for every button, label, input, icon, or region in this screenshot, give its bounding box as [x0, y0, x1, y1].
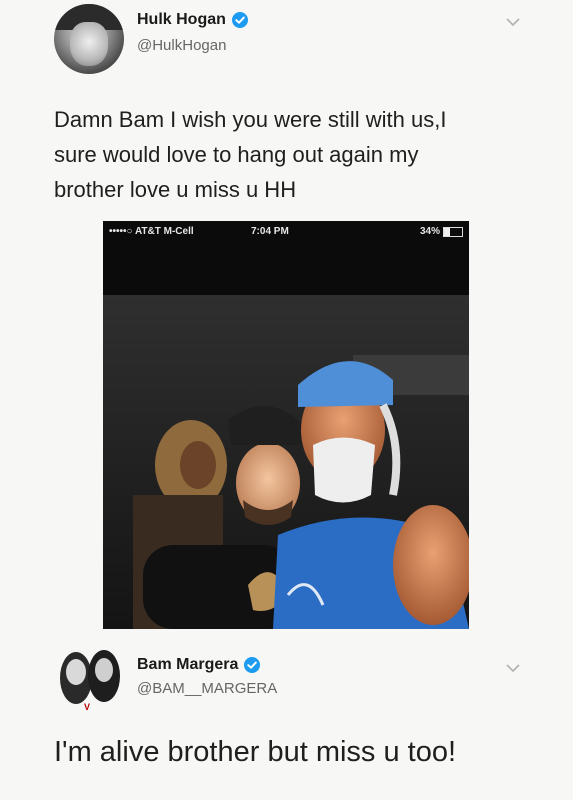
avatar[interactable] [54, 4, 124, 74]
battery-indicator: 34% [420, 226, 463, 237]
display-name[interactable]: Hulk Hogan [137, 11, 226, 29]
svg-text:V: V [84, 702, 90, 712]
tweet-hulk-hogan[interactable]: Hulk Hogan @HulkHogan Damn Bam I wish yo… [0, 0, 573, 629]
verified-badge-icon [231, 12, 248, 28]
author-row: Hulk Hogan [137, 11, 248, 29]
tweet-text: I'm alive brother but miss u too! [54, 736, 457, 768]
phone-status-bar: •••••○ AT&T M-Cell 7:04 PM 34% [103, 221, 469, 243]
battery-label: 34% [419, 226, 440, 237]
avatar[interactable]: V [54, 642, 124, 712]
carrier-label: •••••○ AT&T M-Cell [109, 226, 194, 237]
tweet-text: Damn Bam I wish you were still with us,I… [54, 107, 447, 202]
handle[interactable]: @BAM__MARGERA [137, 680, 277, 697]
display-name[interactable]: Bam Margera [137, 656, 238, 674]
time-label: 7:04 PM [251, 226, 289, 237]
verified-badge-icon [244, 657, 261, 673]
handle[interactable]: @HulkHogan [137, 37, 226, 54]
tweet-bam-margera[interactable]: V Bam Margera @BAM__MARGERA I'm alive br… [0, 630, 573, 800]
attached-image[interactable]: •••••○ AT&T M-Cell 7:04 PM 34% [103, 221, 469, 629]
photo [103, 295, 469, 629]
chevron-down-icon[interactable] [506, 14, 520, 30]
avatar-face [70, 22, 108, 66]
battery-icon [443, 226, 463, 237]
chevron-down-icon[interactable] [506, 660, 520, 676]
author-row: Bam Margera [137, 656, 261, 674]
